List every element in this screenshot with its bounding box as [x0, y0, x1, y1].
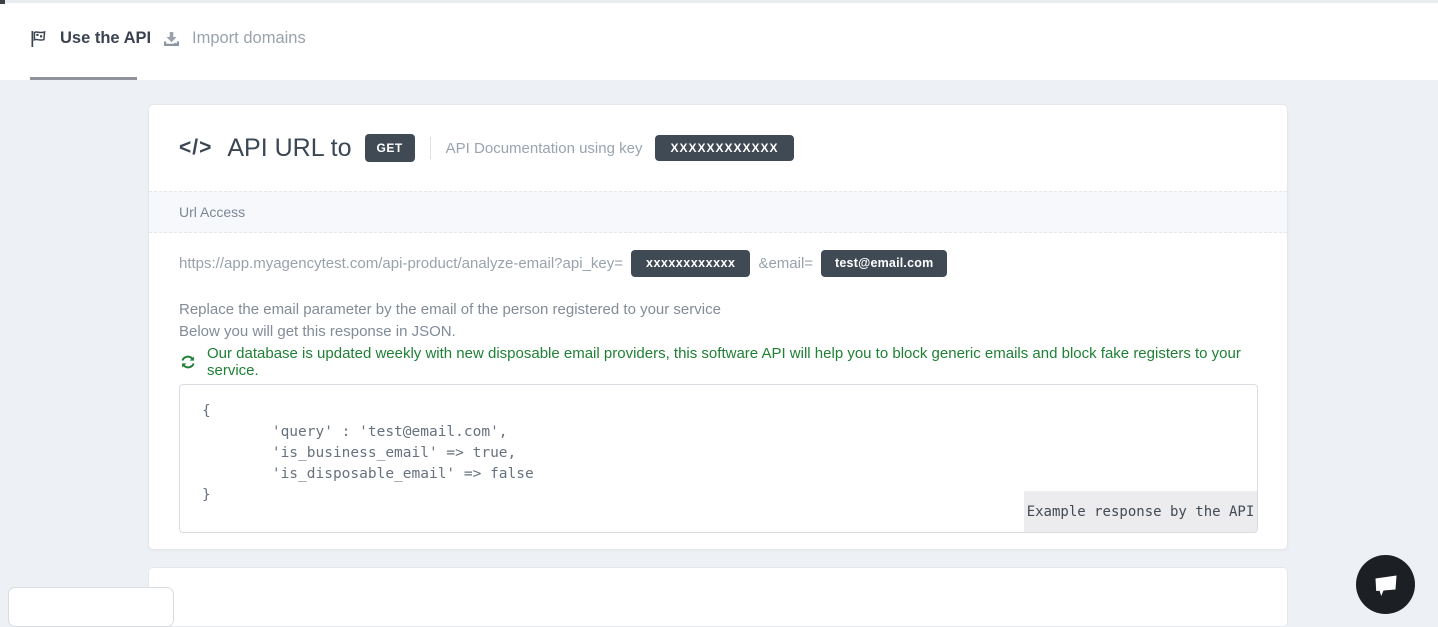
tab-use-the-api-label: Use the API	[60, 29, 151, 48]
api-doc-label: API Documentation using key	[446, 140, 643, 157]
api-key-badge: XXXXXXXXXXXX	[655, 135, 793, 161]
database-update-note: Our database is updated weekly with new …	[180, 345, 1287, 379]
card-title: API URL to	[227, 134, 351, 163]
code-line: {	[202, 401, 1257, 422]
top-edge-corner	[0, 0, 5, 4]
email-param-label: &email=	[758, 255, 813, 272]
note-line: Below you will get this response in JSON…	[179, 321, 721, 343]
url-access-label: Url Access	[179, 204, 245, 220]
tab-bar: Use the API Import domains	[0, 0, 1438, 80]
code-line: 'is_disposable_email' => false	[202, 464, 1257, 485]
card-header: </> API URL to GET API Documentation usi…	[149, 105, 1287, 191]
api-url-base: https://app.myagencytest.com/api-product…	[179, 255, 623, 272]
code-line: 'query' : 'test@email.com',	[202, 422, 1257, 443]
code-line: 'is_business_email' => true,	[202, 443, 1257, 464]
code-lines: { 'query' : 'test@email.com', 'is_busine…	[180, 385, 1257, 506]
url-access-section: Url Access	[149, 191, 1287, 233]
chat-launcher-button[interactable]	[1356, 555, 1415, 614]
database-update-text: Our database is updated weekly with new …	[207, 345, 1287, 379]
tab-import-domains-label: Import domains	[192, 29, 306, 48]
download-icon	[163, 31, 180, 47]
chat-bubble-icon	[1371, 571, 1401, 599]
next-section-card	[148, 567, 1288, 627]
email-value-badge: test@email.com	[821, 250, 947, 277]
bottom-left-panel	[8, 587, 174, 627]
active-tab-underline	[30, 77, 137, 80]
http-method-badge: GET	[365, 134, 415, 162]
api-url-row: https://app.myagencytest.com/api-product…	[179, 250, 1257, 277]
top-edge-strip	[0, 0, 1438, 3]
note-line: Replace the email parameter by the email…	[179, 299, 721, 321]
api-url-card: </> API URL to GET API Documentation usi…	[148, 104, 1288, 550]
api-key-placeholder-badge: xxxxxxxxxxxx	[631, 250, 750, 277]
refresh-icon	[180, 354, 196, 370]
flag-checkered-icon	[30, 30, 48, 48]
example-response-code-block: { 'query' : 'test@email.com', 'is_busine…	[179, 384, 1258, 533]
instruction-notes: Replace the email parameter by the email…	[179, 299, 721, 342]
example-response-caption: Example response by the API	[1024, 491, 1257, 532]
tab-use-the-api[interactable]: Use the API	[30, 29, 151, 48]
header-divider	[430, 137, 431, 159]
code-icon: </>	[179, 136, 212, 160]
tab-import-domains[interactable]: Import domains	[163, 29, 306, 48]
